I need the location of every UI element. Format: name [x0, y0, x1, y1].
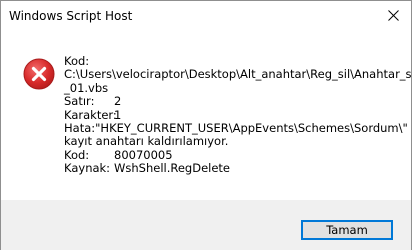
source-row: Kaynak: WshShell.RegDelete — [64, 161, 394, 176]
script-path-continued: _01.vbs — [64, 80, 109, 95]
char-label: Karakter: — [64, 107, 117, 122]
error-icon — [23, 58, 55, 90]
source-label: Kaynak: — [64, 161, 111, 176]
code-label: Kod: — [64, 147, 90, 162]
line-value: 2 — [114, 94, 122, 109]
code-row: Kod: 80070005 — [64, 147, 394, 162]
script-label: Kod: — [64, 54, 90, 68]
code-value: 80070005 — [114, 147, 173, 162]
error-value: "HKEY_CURRENT_USER\AppEvents\Schemes\Sor… — [95, 120, 408, 135]
dialog-window: Windows Script Host Kod: C:\Users\veloci… — [0, 0, 412, 250]
error-row: Hata: "HKEY_CURRENT_USER\AppEvents\Schem… — [64, 120, 408, 135]
error-message: Kod: C:\Users\velociraptor\Desktop\Alt_a… — [64, 54, 412, 176]
char-value: 1 — [114, 107, 122, 122]
line-row: Satır: 2 — [64, 94, 394, 109]
line-label: Satır: — [64, 94, 95, 109]
dialog-content: Kod: C:\Users\velociraptor\Desktop\Alt_a… — [1, 32, 412, 200]
title-bar[interactable]: Windows Script Host — [1, 1, 411, 32]
source-value: WshShell.RegDelete — [114, 161, 230, 176]
ok-button[interactable]: Tamam — [301, 220, 393, 240]
close-button[interactable] — [377, 1, 411, 31]
script-path: C:\Users\velociraptor\Desktop\Alt_anahta… — [64, 67, 412, 82]
error-label: Hata: — [64, 120, 96, 135]
window-title: Windows Script Host — [9, 9, 133, 23]
char-row: Karakter: 1 — [64, 107, 394, 122]
button-bar: Tamam — [1, 200, 411, 250]
close-icon — [388, 10, 399, 21]
error-value-continued: kayıt anahtarı kaldırılamıyor. — [64, 134, 229, 149]
